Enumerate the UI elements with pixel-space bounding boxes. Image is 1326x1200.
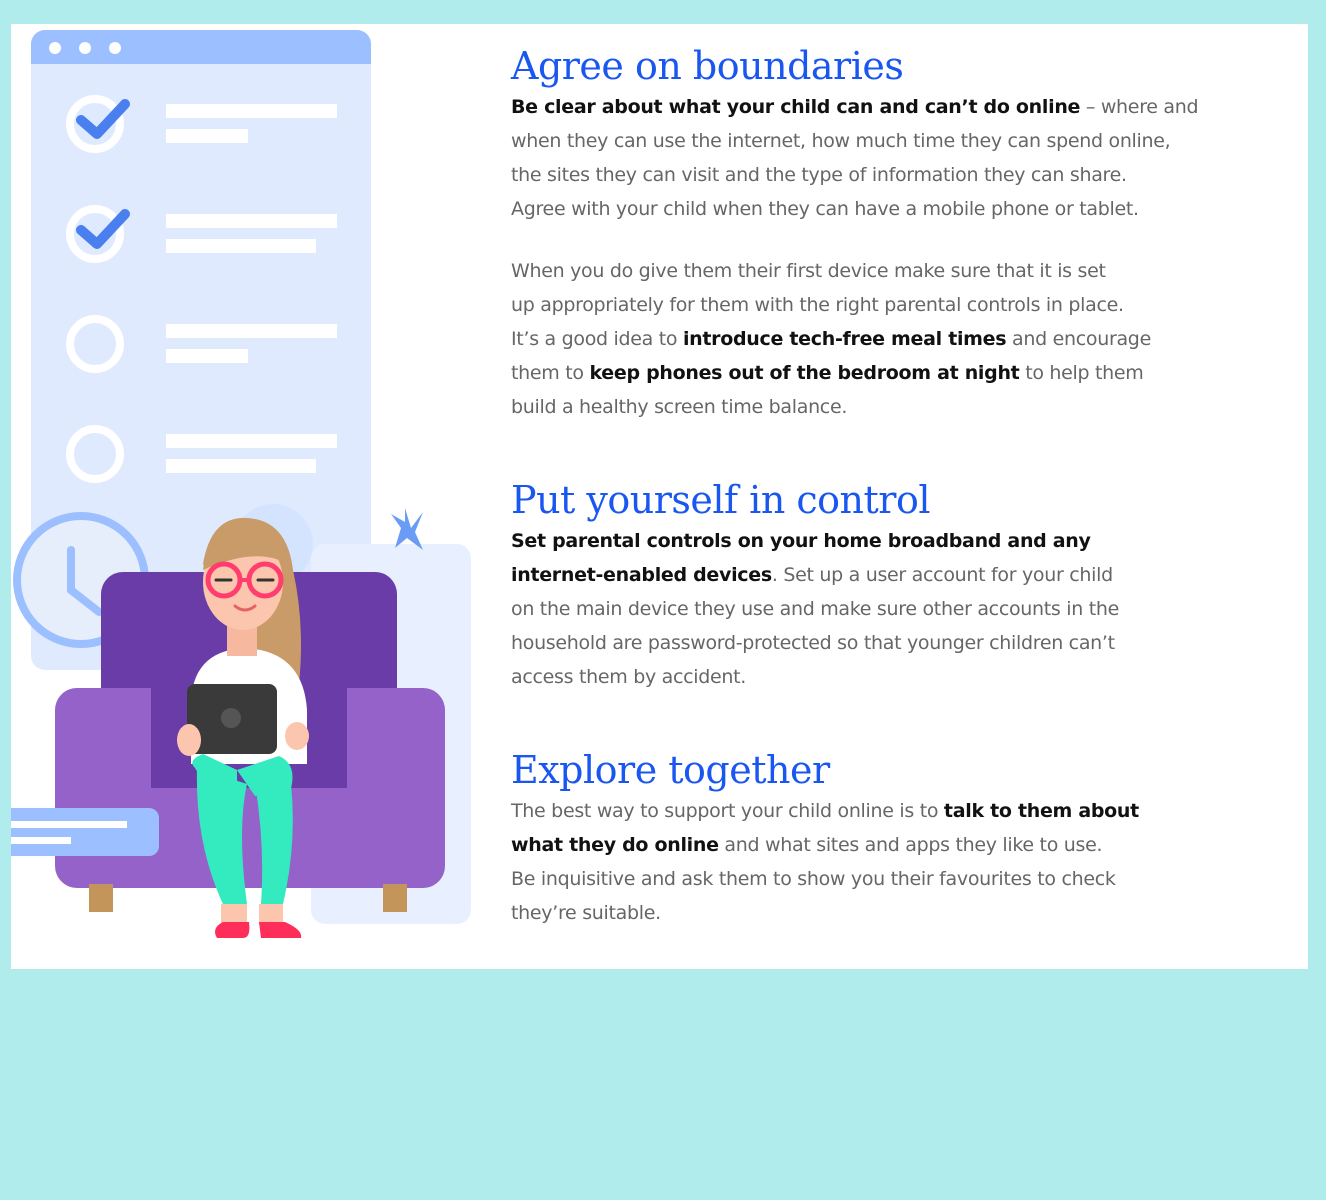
section-paragraph: Be clear about what your child can and c… bbox=[511, 90, 1281, 226]
section-agree-on-boundaries: Agree on boundaries Be clear about what … bbox=[511, 42, 1281, 424]
bold-phrase: introduce tech-free meal times bbox=[682, 328, 1007, 350]
text-column: Agree on boundaries Be clear about what … bbox=[511, 42, 1281, 930]
message-card bbox=[11, 808, 159, 856]
section-heading: Put yourself in control bbox=[511, 478, 930, 522]
bold-phrase: keep phones out of the bedroom at night bbox=[589, 362, 1020, 384]
section-heading: Explore together bbox=[511, 748, 830, 792]
section-put-yourself-in-control: Put yourself in control Set parental con… bbox=[511, 476, 1281, 694]
bold-phrase: Be clear about what your child can and c… bbox=[511, 96, 1081, 118]
section-paragraph: Set parental controls on your home broad… bbox=[511, 524, 1281, 694]
text-run: The best way to support your child onlin… bbox=[511, 800, 944, 822]
child-tablet-illustration bbox=[11, 30, 471, 938]
section-heading: Agree on boundaries bbox=[511, 44, 904, 88]
section-explore-together: Explore together The best way to support… bbox=[511, 746, 1281, 930]
section-paragraph: The best way to support your child onlin… bbox=[511, 794, 1281, 930]
section-paragraph: When you do give them their first device… bbox=[511, 254, 1281, 424]
content-card: Agree on boundaries Be clear about what … bbox=[11, 24, 1308, 969]
star-icon bbox=[391, 508, 423, 550]
